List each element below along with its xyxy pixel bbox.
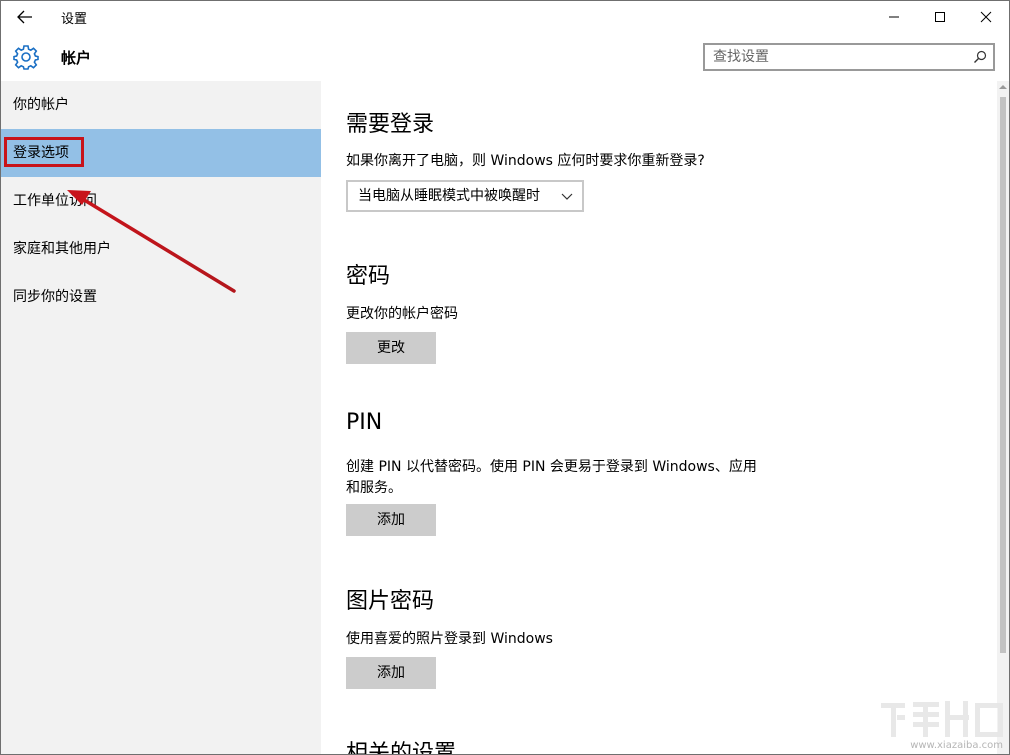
require-signin-question: 如果你离开了电脑，则 Windows 应何时要求你重新登录? [346,151,705,172]
add-pin-button[interactable]: 添加 [346,504,436,536]
section-title-related-settings: 相关的设置 [346,735,456,755]
pin-description-line1: 创建 PIN 以代替密码。使用 PIN 会更易于登录到 Windows、应用 [346,457,757,478]
settings-window: 设置 帐户 你的帐户 登录选项 [0,0,1010,755]
signin-dropdown[interactable]: 当电脑从睡眠模式中被唤醒时 [346,180,584,212]
scroll-up-arrow-icon[interactable] [998,83,1008,91]
section-title-require-signin: 需要登录 [346,106,434,138]
window-title: 设置 [61,8,87,27]
title-bar: 设置 [1,1,1009,33]
chevron-down-icon [561,191,573,201]
watermark-logo-icon [879,697,1009,742]
close-icon [980,11,992,23]
minimize-button[interactable] [871,1,917,33]
page-header: 帐户 [1,33,1009,81]
watermark-url: www.xiazaiba.com [910,740,1003,751]
main-content: 需要登录 如果你离开了电脑，则 Windows 应何时要求你重新登录? 当电脑从… [321,81,997,754]
search-box[interactable] [703,43,995,71]
scrollbar[interactable] [997,81,1009,754]
back-arrow-icon [17,10,33,24]
add-picture-password-button[interactable]: 添加 [346,657,436,689]
minimize-icon [888,11,900,23]
change-password-button[interactable]: 更改 [346,332,436,364]
sidebar-item-sync[interactable]: 同步你的设置 [1,273,321,321]
search-icon[interactable] [973,50,987,64]
dropdown-value: 当电脑从睡眠模式中被唤醒时 [358,188,540,204]
gear-icon [13,44,39,70]
sidebar-item-signin-options[interactable]: 登录选项 [1,129,321,177]
scroll-thumb[interactable] [1000,97,1006,653]
sidebar-item-family[interactable]: 家庭和其他用户 [1,225,321,273]
section-title-picture-password: 图片密码 [346,583,434,615]
maximize-button[interactable] [917,1,963,33]
sidebar-item-your-account[interactable]: 你的帐户 [1,81,321,129]
back-button[interactable] [1,1,49,33]
page-title: 帐户 [61,47,91,68]
password-description: 更改你的帐户密码 [346,304,458,325]
sidebar-item-work-access[interactable]: 工作单位访问 [1,177,321,225]
pin-description-line2: 和服务。 [346,478,402,499]
sidebar: 你的帐户 登录选项 工作单位访问 家庭和其他用户 同步你的设置 [1,81,321,754]
picture-password-description: 使用喜爱的照片登录到 Windows [346,629,553,650]
section-title-pin: PIN [346,410,382,435]
highlight-box [4,137,84,167]
search-input[interactable] [713,48,963,66]
watermark-logo: www.xiazaiba.com [879,697,1009,754]
maximize-icon [934,11,946,23]
section-title-password: 密码 [346,258,390,290]
close-button[interactable] [963,1,1009,33]
